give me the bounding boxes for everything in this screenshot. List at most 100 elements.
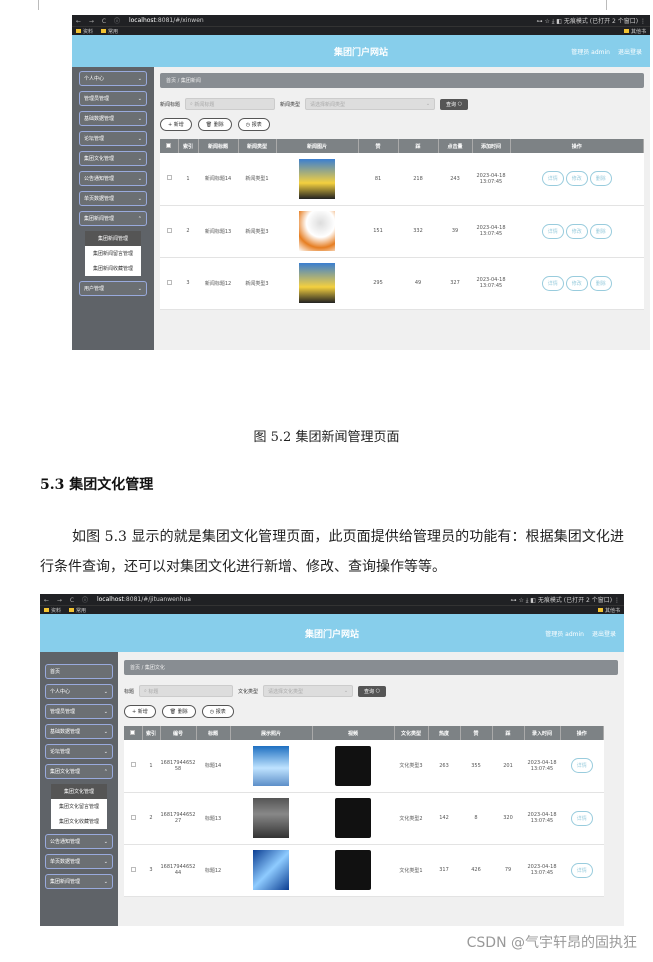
chevron-down-icon: ⌄ [137, 155, 142, 162]
sidebar-item-forum[interactable]: 论坛管理 ⌄ [45, 744, 113, 759]
sidebar-item-admin[interactable]: 管理员管理 ⌄ [79, 91, 147, 106]
add-button[interactable]: + 新增 [124, 705, 156, 718]
sidebar-item-news[interactable]: 集团新闻管理 ⌃ [79, 211, 147, 226]
cell-dislikes: 49 [398, 257, 438, 310]
sidebar-item-basic-data[interactable]: 基础数据管理 ⌄ [45, 724, 113, 739]
column-header: 录入时间 [524, 726, 561, 740]
chevron-down-icon: ⌄ [137, 95, 142, 102]
column-header: 点击量 [438, 139, 473, 153]
delete-row-button[interactable]: 删除 [589, 223, 612, 239]
row-checkbox[interactable] [124, 740, 142, 793]
detail-button[interactable]: 详情 [541, 171, 564, 187]
sidebar-item-single-page[interactable]: 单页数据管理 ⌄ [45, 854, 113, 869]
cell-time: 2023-04-18 13:07:45 [472, 257, 510, 310]
video-player[interactable] [335, 745, 371, 786]
sidebar-item-forum[interactable]: 论坛管理 ⌄ [79, 131, 147, 146]
address-bar[interactable]: localhost:8081/#/xinwen [129, 17, 537, 24]
cell-index: 3 [178, 257, 198, 310]
browser-nav-icons[interactable]: ← → C ⓘ [76, 16, 123, 25]
delete-row-button[interactable]: 删除 [589, 171, 612, 187]
submenu-culture: 集团文化管理 集团文化留言管理 集团文化收藏管理 [51, 784, 107, 829]
report-button[interactable]: ◷ 报表 [201, 705, 234, 718]
browser-nav-icons[interactable]: ← → C ⓘ [44, 595, 91, 604]
cell-dislikes: 79 [492, 844, 524, 897]
detail-button[interactable]: 详情 [541, 223, 564, 239]
type-select[interactable]: 请选择文化类型 ⌄ [263, 685, 354, 697]
sidebar-item-personal[interactable]: 个人中心 ⌄ [45, 684, 113, 699]
column-header: 赞 [460, 726, 493, 740]
sidebar-item-notice[interactable]: 公告通知管理 ⌄ [79, 171, 147, 186]
add-button[interactable]: + 新增 [160, 118, 192, 131]
detail-button[interactable]: 详情 [570, 810, 593, 826]
delete-button[interactable]: 🗑 删除 [197, 118, 232, 131]
edit-button[interactable]: 修改 [565, 275, 588, 291]
search-input[interactable]: ⌕ 标题 [139, 685, 234, 697]
sidebar-item-users[interactable]: 用户管理 ⌄ [79, 281, 147, 296]
delete-button[interactable]: 🗑 删除 [161, 705, 196, 718]
sidebar-item-news[interactable]: 集团新闻管理 ⌄ [45, 874, 113, 889]
sidebar: 首页 个人中心 ⌄ 管理员管理 ⌄ 基础数据管理 ⌄ 论坛管理 ⌄ 集团文化管理 ⌃ 集团… [40, 652, 118, 926]
row-checkbox[interactable] [160, 205, 178, 258]
edit-button[interactable]: 修改 [565, 171, 588, 187]
submenu-item[interactable]: 集团文化留言管理 [51, 799, 107, 814]
select-all-checkbox[interactable] [160, 139, 179, 153]
browser-right-icons[interactable]: ⊶ ☆ ⤓ ◧ 无痕模式 (已打开 2 个窗口) ⋮ [537, 16, 646, 26]
sidebar-item-single-page[interactable]: 单页数据管理 ⌄ [79, 191, 147, 206]
cell-dislikes: 218 [398, 153, 438, 206]
type-select[interactable]: 请选择新闻类型 ⌄ [305, 98, 436, 110]
logout-link[interactable]: 退出登录 [618, 49, 642, 56]
cell-heat: 142 [428, 792, 460, 845]
row-checkbox[interactable] [160, 153, 178, 206]
row-checkbox[interactable] [124, 792, 142, 845]
chevron-down-icon: ⌄ [103, 688, 108, 695]
report-button[interactable]: ◷ 报表 [237, 118, 270, 131]
column-header: 视频 [312, 726, 395, 740]
row-checkbox[interactable] [160, 257, 178, 310]
app-title: 集团门户网站 [304, 629, 359, 640]
sidebar-item-basic-data[interactable]: 基础数据管理 ⌄ [79, 111, 147, 126]
edit-button[interactable]: 修改 [565, 223, 588, 239]
submenu-item[interactable]: 集团新闻管理 [85, 231, 141, 246]
cell-title: 新闻标题12 [198, 257, 238, 310]
logout-link[interactable]: 退出登录 [592, 631, 616, 638]
cell-likes: 295 [358, 257, 398, 310]
query-button[interactable]: 查询 ○ [358, 685, 387, 697]
sidebar-item-home[interactable]: 首页 [45, 664, 113, 679]
sidebar-item-notice[interactable]: 公告通知管理 ⌄ [45, 834, 113, 849]
row-checkbox[interactable] [124, 844, 142, 897]
sidebar-item-personal[interactable]: 个人中心 ⌄ [79, 71, 147, 86]
delete-row-button[interactable]: 删除 [589, 275, 612, 291]
video-player[interactable] [335, 798, 371, 838]
watermark: CSDN @气宇轩昂的固执狂 [466, 935, 637, 951]
submenu-item[interactable]: 集团文化管理 [51, 784, 107, 799]
sidebar-item-culture[interactable]: 集团文化管理 ⌃ [45, 764, 113, 779]
trash-icon: 🗑 [205, 121, 214, 128]
bookmark-item[interactable]: 资料 [44, 607, 61, 614]
bookmark-other[interactable]: 其他书 [597, 607, 620, 614]
detail-button[interactable]: 详情 [541, 275, 564, 291]
cell-ops: 详情 [560, 740, 604, 793]
search-input[interactable]: ⌕ 新闻标题 [185, 98, 276, 110]
cell-time: 2023-04-18 13:07:45 [472, 153, 510, 206]
detail-button[interactable]: 详情 [570, 758, 593, 774]
column-header: 操作 [510, 139, 644, 153]
sidebar-item-culture[interactable]: 集团文化管理 ⌄ [79, 151, 147, 166]
chevron-down-icon: ⌄ [103, 858, 108, 865]
bookmark-other[interactable]: 其他书 [623, 28, 646, 35]
query-button[interactable]: 查询 ○ [440, 98, 469, 110]
sidebar-item-admin[interactable]: 管理员管理 ⌄ [45, 704, 113, 719]
submenu-item[interactable]: 集团新闻收藏管理 [85, 261, 141, 276]
bookmark-item[interactable]: 常用 [69, 607, 86, 614]
bookmark-item[interactable]: 常用 [101, 28, 118, 35]
bookmark-item[interactable]: 资料 [76, 28, 93, 35]
submenu-item[interactable]: 集团新闻留言管理 [85, 246, 141, 261]
address-bar[interactable]: localhost:8081/#/jituanwenhua [97, 596, 511, 603]
video-player[interactable] [335, 850, 371, 890]
table-row: 2 新闻标题13 新闻类型3 151 332 39 2023-04-18 13:… [160, 205, 644, 258]
browser-right-icons[interactable]: ⊶ ☆ ⤓ ◧ 无痕模式 (已打开 2 个窗口) ⋮ [511, 595, 620, 605]
select-all-checkbox[interactable] [124, 726, 143, 740]
screenshot-culture-management: ← → C ⓘ localhost:8081/#/jituanwenhua ⊶ … [40, 594, 624, 926]
detail-button[interactable]: 详情 [570, 862, 593, 878]
chevron-down-icon: ⌄ [137, 115, 142, 122]
submenu-item[interactable]: 集团文化收藏管理 [51, 814, 107, 829]
